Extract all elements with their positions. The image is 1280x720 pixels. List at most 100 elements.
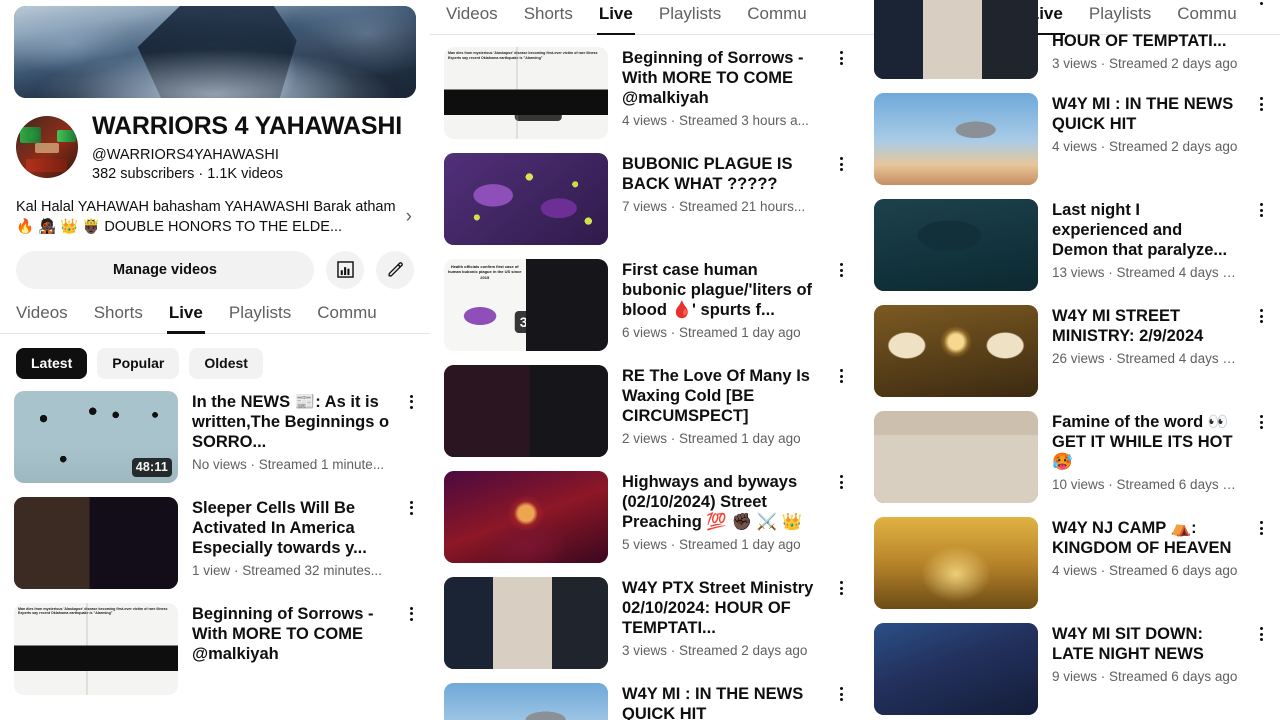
- tab-shorts[interactable]: Shorts: [524, 4, 573, 34]
- video-meta: 3 views · Streamed 2 days ago: [622, 643, 808, 659]
- channel-tabs-mid: Videos Shorts Live Playlists Commu: [430, 0, 860, 35]
- video-title: BUBONIC PLAGUE IS BACK WHAT ?????: [622, 155, 793, 194]
- more-options-icon[interactable]: [404, 391, 418, 483]
- tab-videos[interactable]: Videos: [446, 4, 498, 34]
- video-thumbnail[interactable]: 1:57:02: [444, 471, 608, 563]
- channel-description: Kal Halal YAHAWAH bahasham YAHAWASHI Bar…: [16, 198, 396, 235]
- video-duration: 1:11:04: [980, 372, 1032, 391]
- video-duration: 48:11: [131, 458, 172, 477]
- more-options-icon[interactable]: [1254, 623, 1268, 715]
- channel-description-row[interactable]: Kal Halal YAHAWAH bahasham YAHAWASHI Bar…: [0, 185, 430, 237]
- video-thumbnail[interactable]: 'BLACK DEATH' IS HERE 28:00: [444, 153, 608, 245]
- chip-latest[interactable]: Latest: [16, 347, 88, 379]
- more-options-icon[interactable]: [834, 577, 848, 669]
- more-options-icon[interactable]: [834, 365, 848, 457]
- more-options-icon[interactable]: [404, 603, 418, 695]
- video-list-item[interactable]: W4Y MI SIT DOWN: LATE NIGHT NEWS 9 views…: [860, 623, 1280, 720]
- thumbnail-headline-text: Man dies from mysterious 'Alaskapox' dis…: [18, 606, 168, 616]
- video-thumbnail[interactable]: Man dies from mysterious 'Alaskapox' dis…: [444, 47, 608, 139]
- more-options-icon[interactable]: [1254, 199, 1268, 291]
- more-options-icon[interactable]: [1254, 0, 1268, 79]
- video-list-item[interactable]: 1:57:02 Highways and byways (02/10/2024)…: [430, 471, 860, 577]
- tab-live[interactable]: Live: [596, 4, 635, 35]
- tab-shorts[interactable]: Shorts: [94, 303, 143, 333]
- more-options-icon[interactable]: [1254, 305, 1268, 397]
- video-thumbnail[interactable]: 46:48: [14, 496, 178, 589]
- video-list-item[interactable]: 1:11:04 W4Y MI STREET MINISTRY: 2/9/2024…: [860, 305, 1280, 411]
- more-options-icon[interactable]: [1254, 517, 1268, 609]
- more-options-icon[interactable]: [1254, 411, 1268, 503]
- video-list-item[interactable]: 'BLACK DEATH' IS HERE 28:00 BUBONIC PLAG…: [430, 153, 860, 259]
- video-thumbnail[interactable]: Man dies from mysterious 'Alaskapox' dis…: [14, 602, 178, 695]
- video-meta: No views · Streamed 1 minute...: [192, 457, 385, 472]
- tab-playlists[interactable]: Playlists: [659, 4, 721, 34]
- video-thumbnail[interactable]: 48:11: [14, 390, 178, 483]
- more-options-icon[interactable]: [834, 259, 848, 351]
- watch-progress-bar: [874, 500, 1038, 503]
- video-thumbnail[interactable]: 1:11:04: [874, 305, 1038, 397]
- edit-channel-button[interactable]: [376, 250, 414, 289]
- video-list-item[interactable]: 48:41 W4Y PTX Street Ministry 02/10/2024…: [430, 577, 860, 683]
- video-title: Beginning of Sorrows - With MORE TO COME…: [622, 49, 804, 108]
- video-duration: 32:44: [991, 266, 1032, 285]
- chip-popular[interactable]: Popular: [97, 347, 180, 379]
- video-duration: 1:01:53: [979, 584, 1032, 603]
- video-thumbnail[interactable]: 30:50: [874, 93, 1038, 185]
- more-options-icon[interactable]: [834, 471, 848, 563]
- video-title: W4Y NJ CAMP ⛺: KINGDOM OF HEAVEN: [1052, 519, 1232, 558]
- video-thumbnail[interactable]: 1:01:53: [874, 517, 1038, 609]
- tab-community[interactable]: Commu: [317, 303, 377, 333]
- more-options-icon[interactable]: [834, 47, 848, 139]
- video-thumbnail[interactable]: [444, 683, 608, 720]
- video-thumbnail[interactable]: 48:41: [874, 0, 1038, 79]
- tab-playlists[interactable]: Playlists: [229, 303, 291, 333]
- video-thumbnail[interactable]: [874, 623, 1038, 715]
- video-thumbnail[interactable]: 30:27: [444, 365, 608, 457]
- manage-videos-button[interactable]: Manage videos: [16, 250, 314, 289]
- video-list-item[interactable]: 1:01:22 Famine of the word 👀 GET IT WHIL…: [860, 411, 1280, 517]
- more-options-icon[interactable]: [834, 683, 848, 720]
- video-list-item[interactable]: Health officials confirm first case of h…: [430, 259, 860, 365]
- channel-tabs-left: Videos Shorts Live Playlists Commu: [0, 289, 430, 334]
- chevron-right-icon[interactable]: ›: [402, 207, 416, 226]
- video-thumbnail[interactable]: 48:41: [444, 577, 608, 669]
- tab-videos[interactable]: Videos: [16, 303, 68, 333]
- video-list-item[interactable]: W4Y MI : IN THE NEWS QUICK HIT: [430, 683, 860, 720]
- video-title: W4Y MI : IN THE NEWS QUICK HIT: [622, 685, 804, 720]
- right-column-panel: Videos Shorts Live Playlists Commu 48:41…: [860, 0, 1280, 720]
- tab-live[interactable]: Live: [166, 303, 205, 334]
- tab-community[interactable]: Commu: [1177, 4, 1237, 34]
- tab-community[interactable]: Commu: [747, 4, 807, 34]
- video-title: W4Y MI STREET MINISTRY: 2/9/2024: [1052, 307, 1204, 346]
- video-thumbnail[interactable]: Health officials confirm first case of h…: [444, 259, 608, 351]
- more-options-icon[interactable]: [1254, 93, 1268, 185]
- channel-avatar[interactable]: [16, 116, 78, 178]
- video-duration: 39:03: [514, 99, 562, 121]
- video-title: RE The Love Of Many Is Waxing Cold [BE C…: [622, 367, 810, 426]
- video-list-item[interactable]: 1:01:53 W4Y NJ CAMP ⛺: KINGDOM OF HEAVEN…: [860, 517, 1280, 623]
- video-list-item[interactable]: 46:48 Sleeper Cells Will Be Activated In…: [0, 496, 430, 603]
- video-thumbnail[interactable]: 1:01:22: [874, 411, 1038, 503]
- watch-progress-bar: [874, 394, 1038, 397]
- video-list-item[interactable]: Man dies from mysterious 'Alaskapox' dis…: [430, 47, 860, 153]
- video-meta: 6 views · Streamed 1 day ago: [622, 325, 801, 341]
- video-list-item[interactable]: 48:11 In the NEWS 📰: As it is written,Th…: [0, 390, 430, 497]
- video-duration: 1:57:02: [511, 523, 572, 545]
- video-list-item[interactable]: 30:50 W4Y MI : IN THE NEWS QUICK HIT 4 v…: [860, 93, 1280, 199]
- video-duration: 28:00: [514, 205, 562, 227]
- youtube-channel-screenshot: WARRIORS 4 YAHAWASHI @WARRIORS4YAHAWASHI…: [0, 0, 1280, 720]
- watch-progress-bar: [874, 606, 1038, 609]
- chip-oldest[interactable]: Oldest: [189, 347, 263, 379]
- video-list-item[interactable]: Man dies from mysterious 'Alaskapox' dis…: [0, 602, 430, 709]
- more-options-icon[interactable]: [834, 153, 848, 245]
- analytics-button[interactable]: [326, 250, 364, 289]
- video-list-item[interactable]: 32:44 Last night I experienced and Demon…: [860, 199, 1280, 305]
- more-options-icon[interactable]: [404, 497, 418, 589]
- tab-playlists[interactable]: Playlists: [1089, 4, 1151, 34]
- video-thumbnail[interactable]: 32:44: [874, 199, 1038, 291]
- channel-banner-image: [14, 6, 416, 98]
- video-list-left: 48:11 In the NEWS 📰: As it is written,Th…: [0, 379, 430, 709]
- watch-progress-bar: [874, 288, 1038, 291]
- video-list-item[interactable]: 30:27 RE The Love Of Many Is Waxing Cold…: [430, 365, 860, 471]
- bar-chart-icon: [336, 261, 354, 278]
